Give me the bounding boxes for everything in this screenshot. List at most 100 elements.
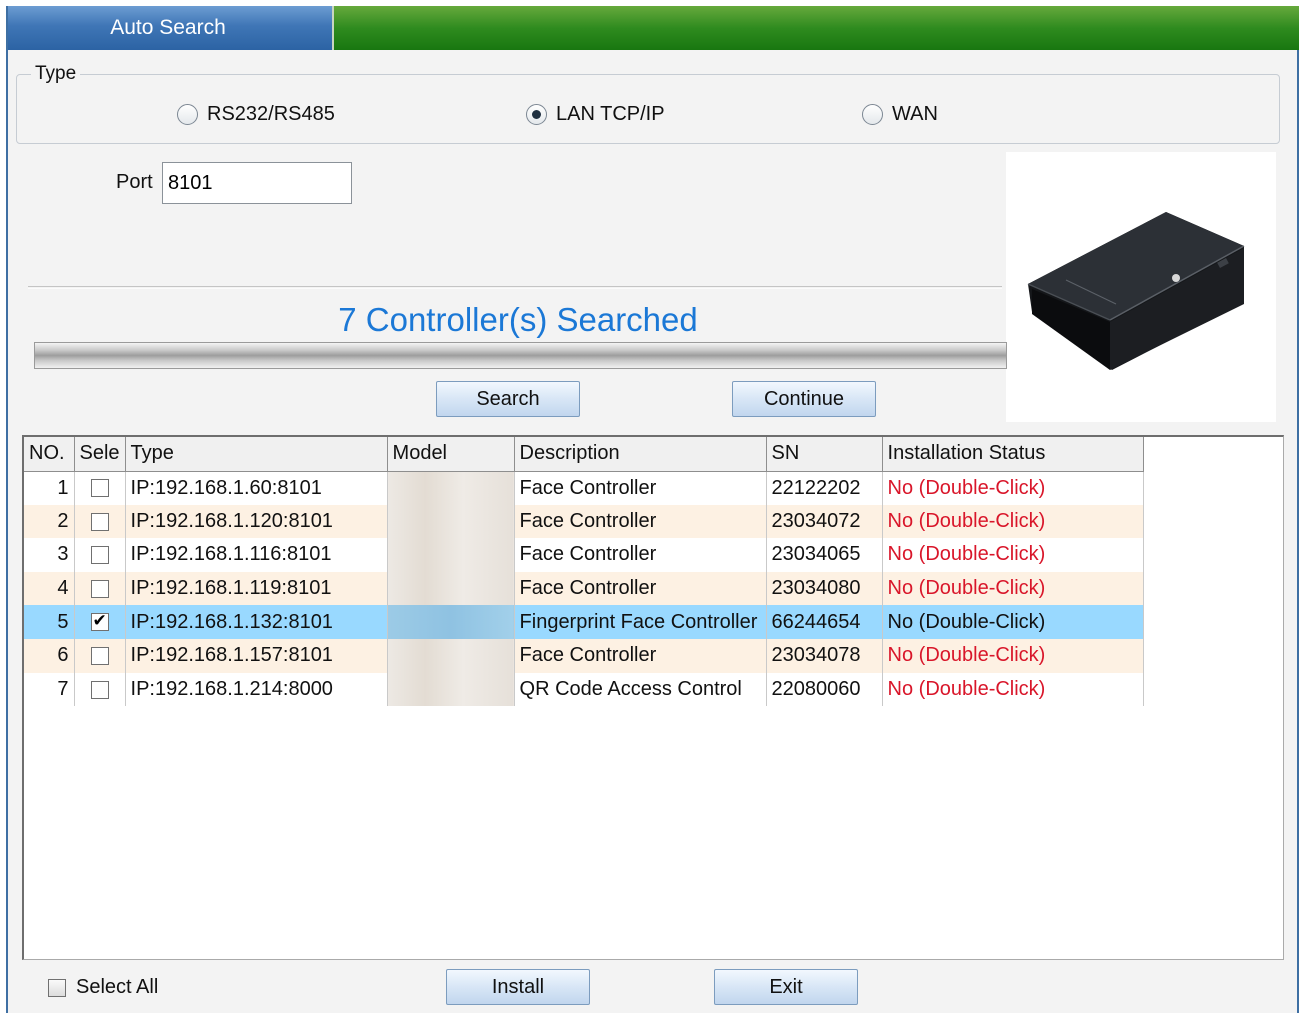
row-number: 7 bbox=[24, 672, 75, 707]
row-model bbox=[387, 571, 515, 606]
table-row[interactable]: 2 IP:192.168.1.120:8101 Face Controller … bbox=[24, 504, 1144, 539]
row-type: IP:192.168.1.132:8101 bbox=[125, 605, 388, 639]
search-button[interactable]: Search bbox=[436, 381, 580, 417]
table-header-row: NO. Sele Type Model Description SN Insta… bbox=[24, 437, 1144, 472]
type-group: Type RS232/RS485 LAN TCP/IP WAN bbox=[16, 63, 1280, 144]
row-installation-status[interactable]: No (Double-Click) bbox=[882, 504, 1144, 539]
column-header-sn[interactable]: SN bbox=[766, 437, 883, 472]
install-button[interactable]: Install bbox=[446, 969, 590, 1005]
row-select-cell bbox=[74, 638, 126, 673]
controller-device-image bbox=[1006, 152, 1276, 422]
row-select-cell bbox=[74, 605, 126, 639]
select-all-checkbox[interactable]: Select All bbox=[48, 976, 158, 999]
row-type: IP:192.168.1.119:8101 bbox=[125, 571, 388, 606]
select-all-box[interactable] bbox=[48, 978, 66, 997]
row-installation-status[interactable]: No (Double-Click) bbox=[882, 571, 1144, 606]
controller-table: NO. Sele Type Model Description SN Insta… bbox=[24, 437, 1144, 707]
controller-table-area: NO. Sele Type Model Description SN Insta… bbox=[22, 435, 1284, 960]
row-sn: 23034072 bbox=[766, 504, 883, 539]
row-checkbox[interactable] bbox=[90, 579, 109, 598]
row-number: 2 bbox=[24, 504, 75, 539]
column-header-select[interactable]: Sele bbox=[74, 437, 126, 472]
row-installation-status[interactable]: No (Double-Click) bbox=[882, 605, 1144, 639]
row-sn: 23034065 bbox=[766, 538, 883, 572]
row-number: 3 bbox=[24, 538, 75, 572]
column-header-no[interactable]: NO. bbox=[24, 437, 75, 472]
column-header-type[interactable]: Type bbox=[125, 437, 388, 472]
column-header-model[interactable]: Model bbox=[387, 437, 515, 472]
row-sn: 22080060 bbox=[766, 672, 883, 707]
column-header-installation-status[interactable]: Installation Status bbox=[882, 437, 1144, 472]
title-bar-fill bbox=[332, 6, 1299, 50]
row-type: IP:192.168.1.157:8101 bbox=[125, 638, 388, 673]
row-type: IP:192.168.1.120:8101 bbox=[125, 504, 388, 539]
row-select-cell bbox=[74, 538, 126, 572]
row-description: Face Controller bbox=[514, 638, 767, 673]
row-model bbox=[387, 605, 515, 639]
controller-box-icon bbox=[1027, 212, 1245, 370]
row-model bbox=[387, 672, 515, 707]
radio-wan[interactable]: WAN bbox=[862, 103, 938, 126]
radio-label: LAN TCP/IP bbox=[556, 103, 665, 125]
row-model bbox=[387, 538, 515, 572]
row-checkbox[interactable] bbox=[90, 546, 109, 565]
row-description: Face Controller bbox=[514, 571, 767, 606]
row-sn: 23034080 bbox=[766, 571, 883, 606]
row-select-cell bbox=[74, 471, 126, 505]
row-number: 6 bbox=[24, 638, 75, 673]
port-label: Port bbox=[116, 171, 153, 193]
row-number: 5 bbox=[24, 605, 75, 639]
column-header-description[interactable]: Description bbox=[514, 437, 767, 472]
row-model bbox=[387, 638, 515, 673]
separator bbox=[28, 286, 1002, 289]
exit-button[interactable]: Exit bbox=[714, 969, 858, 1005]
table-row[interactable]: 1 IP:192.168.1.60:8101 Face Controller 2… bbox=[24, 471, 1144, 505]
row-sn: 23034078 bbox=[766, 638, 883, 673]
row-checkbox[interactable] bbox=[90, 680, 109, 699]
row-select-cell bbox=[74, 571, 126, 606]
type-legend: Type bbox=[31, 63, 81, 85]
table-row[interactable]: 3 IP:192.168.1.116:8101 Face Controller … bbox=[24, 538, 1144, 572]
port-input[interactable] bbox=[162, 162, 352, 204]
row-type: IP:192.168.1.214:8000 bbox=[125, 672, 388, 707]
row-installation-status[interactable]: No (Double-Click) bbox=[882, 471, 1144, 505]
radio-rs232-rs485[interactable]: RS232/RS485 bbox=[177, 103, 335, 126]
row-type: IP:192.168.1.60:8101 bbox=[125, 471, 388, 505]
radio-lan-tcpip[interactable]: LAN TCP/IP bbox=[526, 103, 665, 126]
row-checkbox[interactable] bbox=[90, 512, 109, 531]
row-select-cell bbox=[74, 504, 126, 539]
table-row[interactable]: 6 IP:192.168.1.157:8101 Face Controller … bbox=[24, 638, 1144, 673]
row-installation-status[interactable]: No (Double-Click) bbox=[882, 672, 1144, 707]
radio-circle[interactable] bbox=[526, 104, 547, 125]
row-description: QR Code Access Control bbox=[514, 672, 767, 707]
row-sn: 22122202 bbox=[766, 471, 883, 505]
table-row[interactable]: 7 IP:192.168.1.214:8000 QR Code Access C… bbox=[24, 672, 1144, 707]
radio-label: WAN bbox=[892, 103, 938, 125]
row-model bbox=[387, 471, 515, 505]
select-all-label: Select All bbox=[76, 976, 159, 998]
radio-circle[interactable] bbox=[862, 104, 883, 125]
row-description: Face Controller bbox=[514, 538, 767, 572]
continue-button[interactable]: Continue bbox=[732, 381, 876, 417]
row-description: Fingerprint Face Controller bbox=[514, 605, 767, 639]
title-bar: Auto Search bbox=[8, 6, 1299, 50]
search-progress-bar bbox=[34, 342, 1007, 369]
radio-label: RS232/RS485 bbox=[207, 103, 335, 125]
row-type: IP:192.168.1.116:8101 bbox=[125, 538, 388, 572]
table-row[interactable]: 4 IP:192.168.1.119:8101 Face Controller … bbox=[24, 571, 1144, 606]
row-description: Face Controller bbox=[514, 471, 767, 505]
row-installation-status[interactable]: No (Double-Click) bbox=[882, 638, 1144, 673]
radio-circle[interactable] bbox=[177, 104, 198, 125]
row-select-cell bbox=[74, 672, 126, 707]
row-checkbox[interactable] bbox=[90, 646, 109, 665]
row-number: 1 bbox=[24, 471, 75, 505]
auto-search-window: Auto Search Type RS232/RS485 LAN TCP/IP … bbox=[6, 6, 1299, 1013]
row-checkbox[interactable] bbox=[90, 479, 109, 498]
row-sn: 66244654 bbox=[766, 605, 883, 639]
search-result-count: 7 Controller(s) Searched bbox=[338, 301, 698, 338]
row-checkbox-checked[interactable] bbox=[90, 611, 109, 632]
table-row-selected[interactable]: 5 IP:192.168.1.132:8101 Fingerprint Face… bbox=[24, 605, 1144, 639]
row-installation-status[interactable]: No (Double-Click) bbox=[882, 538, 1144, 572]
row-description: Face Controller bbox=[514, 504, 767, 539]
row-model bbox=[387, 504, 515, 539]
